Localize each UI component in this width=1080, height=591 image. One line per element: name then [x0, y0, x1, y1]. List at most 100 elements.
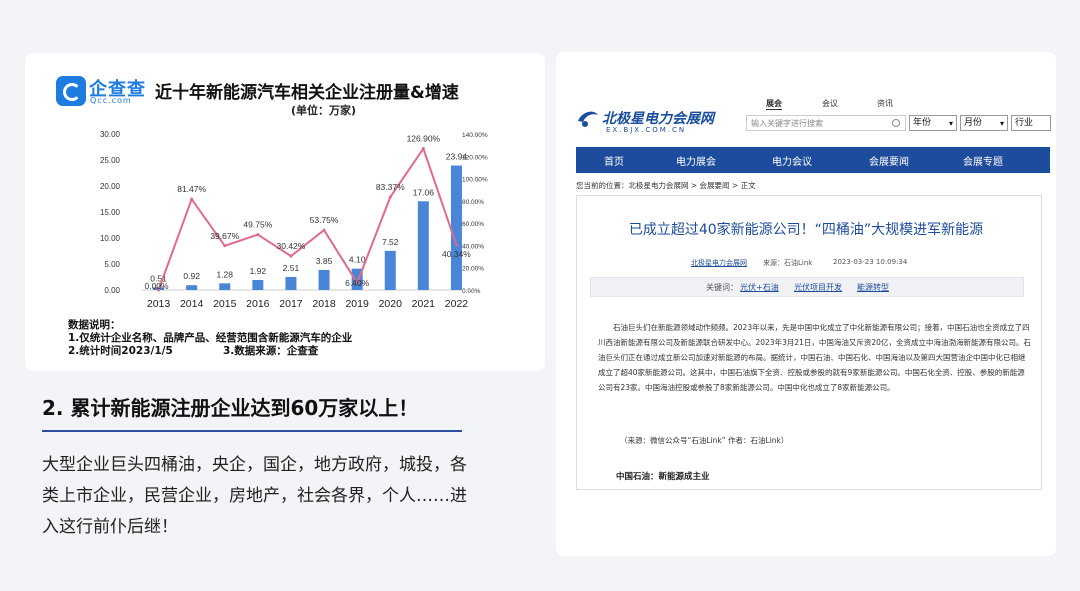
section-body: 大型企业巨头四桶油，央企，国企，地方政府，城投，各类上市企业，民营企业，房地产，… [42, 455, 467, 537]
article-title: 已成立超过40家新能源公司！“四桶油”大规模进军新能源 [628, 222, 984, 238]
chevron-down-icon: ▾ [999, 119, 1004, 128]
bjx-logo-icon [578, 111, 598, 127]
line-value-label: 39.67% [210, 231, 239, 241]
line-point [454, 243, 458, 247]
month-select[interactable]: 月份 ▾ [960, 115, 1008, 131]
bar-value-label: 1.92 [250, 266, 267, 276]
industry-select[interactable]: 行业 [1011, 115, 1051, 131]
x-tick-label: 2022 [445, 298, 469, 310]
meta-source: 来源：石油Link [763, 259, 813, 267]
bar [285, 276, 297, 290]
y-left-tick-label: 0.00 [104, 286, 120, 295]
bar [450, 165, 462, 290]
meta-site-link[interactable]: 北极星电力会展网 [691, 258, 747, 268]
notes-item-2: 2.统计时间2023/1/5 [68, 345, 173, 357]
notes-item-1: 1.仅统计企业名称、品牌产品、经营范围含新能源汽车的企业 [68, 332, 353, 344]
y-left-tick-label: 30.00 [100, 130, 121, 139]
notes-item-3: 3.数据来源：企查查 [223, 345, 319, 357]
line-value-label: 0.00% [144, 281, 169, 291]
x-tick-label: 2017 [279, 298, 303, 310]
section-title: 2. 累计新能源注册企业达到60万家以上！ [42, 396, 419, 420]
bar [384, 250, 396, 290]
bar-value-label: 4.10 [349, 255, 366, 265]
keyword-link-3[interactable]: 能源转型 [857, 282, 889, 293]
keyword-label: 关键词： [706, 283, 738, 292]
line-value-label: 53.75% [310, 215, 339, 225]
line-value-label: 126.90% [407, 134, 441, 144]
article-source-line: （来源：微信公众号“石油Link” 作者：石油Link） [620, 436, 789, 445]
article-subhead: 中国石油：新能源成主业 [616, 472, 710, 482]
y-left-tick-label: 20.00 [100, 182, 121, 191]
chevron-down-icon: ▾ [948, 119, 953, 128]
nav-news[interactable]: 会展要闻 [869, 153, 909, 168]
article-screenshot-card: 北极星电力会展网 EX.BJX.COM.CN 展会 会议 资讯 输入关键字进行搜… [556, 52, 1056, 556]
line-point [190, 197, 194, 201]
section-divider [42, 430, 462, 432]
line-value-label: 49.75% [243, 220, 272, 230]
breadcrumb: 您当前的位置：北极星电力会展网 > 会展要闻 > 正文 [576, 181, 756, 190]
meta-time: 2023-03-23 10:09:34 [833, 258, 908, 266]
line-value-label: 40.34% [442, 249, 471, 259]
search-icon[interactable] [892, 119, 900, 127]
bar [252, 280, 264, 290]
keyword-link-1[interactable]: 光伏+石油 [740, 282, 779, 293]
data-notes: 数据说明： 1.仅统计企业名称、品牌产品、经营范围含新能源汽车的企业 2.统计时… [68, 319, 352, 358]
y-right-tick-label: 140.00% [462, 132, 488, 139]
bar-value-label: 2.51 [283, 263, 300, 273]
y-right-tick-label: 0.00% [462, 288, 481, 295]
line-value-label: 30.42% [277, 241, 306, 251]
bar-value-label: 23.94 [446, 152, 468, 162]
bar-value-label: 0.92 [183, 271, 200, 281]
line-point [289, 254, 293, 258]
search-input[interactable]: 输入关键字进行搜索 [746, 115, 906, 131]
line-value-label: 81.47% [177, 184, 206, 194]
y-right-tick-label: 60.00% [462, 221, 484, 228]
x-tick-label: 2019 [345, 298, 369, 310]
line-value-label: 6.40% [345, 278, 370, 288]
bar-value-label: 7.52 [382, 237, 399, 247]
y-left-tick-label: 15.00 [100, 208, 121, 217]
line-point [388, 195, 392, 199]
nav-conferences[interactable]: 电力会议 [772, 153, 812, 168]
bar [417, 201, 429, 290]
y-left-tick-label: 10.00 [100, 234, 121, 243]
site-url: EX.BJX.COM.CN [606, 126, 687, 134]
y-right-tick-label: 100.00% [462, 177, 488, 184]
bar [318, 269, 330, 290]
line-value-label: 83.37% [376, 182, 405, 192]
y-left-tick-label: 25.00 [100, 156, 121, 165]
y-left-tick-label: 5.00 [104, 260, 120, 269]
line-point [322, 228, 326, 232]
bar [219, 283, 231, 290]
topnav-exhibitions[interactable]: 展会 [766, 98, 782, 110]
y-right-tick-label: 80.00% [462, 199, 484, 206]
x-tick-label: 2018 [312, 298, 336, 310]
notes-heading: 数据说明： [68, 319, 121, 331]
bar-value-label: 3.85 [316, 256, 333, 266]
growth-line [157, 146, 458, 291]
topnav-news[interactable]: 资讯 [877, 98, 893, 109]
main-nav: 首页 电力展会 电力会议 会展要闻 会展专题 [576, 147, 1050, 173]
article-paragraph: 石油巨头们在新能源领域动作频频。2023年以来，先是中国中化成立了中化新能源有限… [598, 323, 1031, 392]
topnav-conferences[interactable]: 会议 [822, 98, 838, 109]
x-tick-label: 2020 [379, 298, 403, 310]
bar-value-label: 17.06 [413, 187, 435, 197]
x-tick-label: 2014 [180, 298, 204, 310]
nav-expos[interactable]: 电力展会 [676, 153, 716, 168]
line-point [256, 233, 260, 237]
chart-card: 企查查 Qcc.com 近十年新能源汽车相关企业注册量&增速 (单位：万家) 3… [25, 53, 545, 371]
y-right-tick-label: 20.00% [462, 266, 484, 273]
x-tick-label: 2016 [246, 298, 270, 310]
nav-topics[interactable]: 会展专题 [963, 153, 1003, 168]
bar-value-label: 1.28 [216, 269, 233, 279]
nav-home[interactable]: 首页 [604, 153, 624, 168]
x-tick-label: 2015 [213, 298, 237, 310]
line-point [421, 147, 425, 151]
line-point [223, 244, 227, 248]
year-select[interactable]: 年份 ▾ [909, 115, 957, 131]
site-name: 北极星电力会展网 [602, 111, 714, 127]
keyword-link-2[interactable]: 光伏项目开发 [794, 282, 842, 293]
x-tick-label: 2021 [412, 298, 436, 310]
bar [186, 285, 198, 290]
x-tick-label: 2013 [147, 298, 171, 310]
